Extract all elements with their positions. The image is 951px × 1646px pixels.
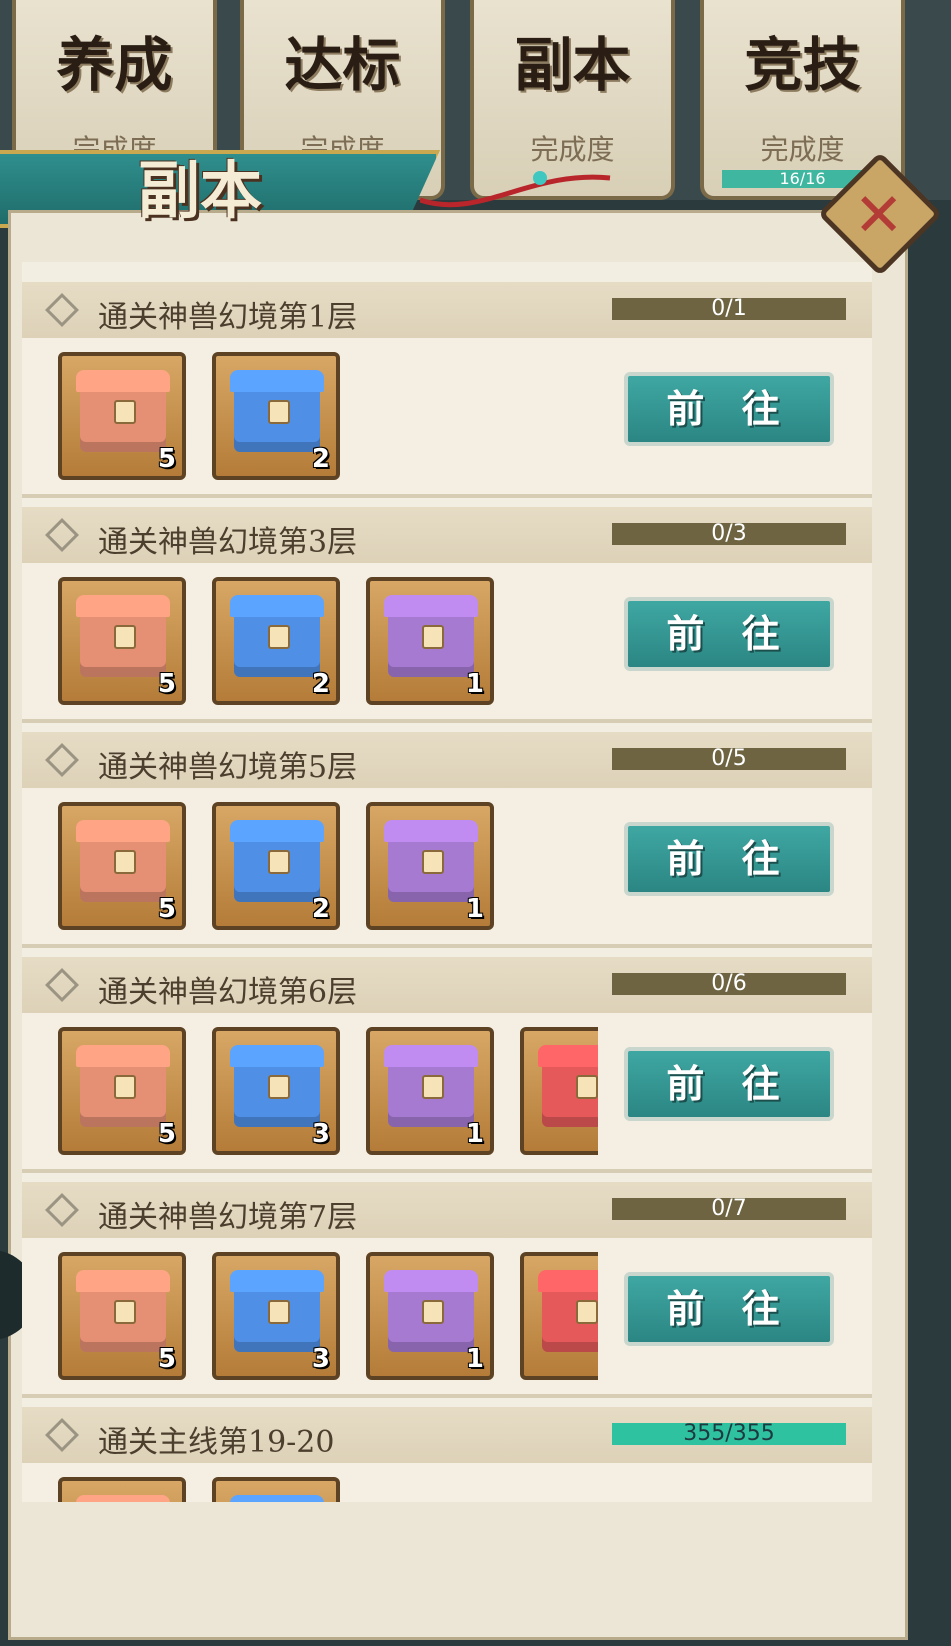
chest-blue-icon xyxy=(234,830,320,902)
reward-item[interactable]: 3 xyxy=(212,1027,340,1155)
chest-orange-icon xyxy=(80,605,166,677)
chest-blue-icon xyxy=(234,1055,320,1127)
reward-item[interactable] xyxy=(212,1477,340,1502)
task-row: 通关神兽幻境第7层 0/7 5 3 1 前 往 xyxy=(22,1182,872,1398)
chest-purple-icon xyxy=(388,830,474,902)
reward-count: 1 xyxy=(465,894,484,924)
chest-blue-icon xyxy=(234,605,320,677)
task-list[interactable]: 通关神兽幻境第1层 0/1 5 2 前 往通关神兽幻境第3层 0/3 5 2 1 前 往通关神兽幻… xyxy=(22,262,872,1502)
reward-count: 5 xyxy=(157,1119,176,1149)
reward-item[interactable]: 2 xyxy=(212,352,340,480)
reward-count: 1 xyxy=(465,1344,484,1374)
task-progress-bar: 0/6 xyxy=(612,973,846,995)
reward-count: 2 xyxy=(311,894,330,924)
knot-icon xyxy=(45,518,79,552)
knot-icon xyxy=(45,293,79,327)
task-title: 通关神兽幻境第7层 xyxy=(98,1200,358,1235)
task-progress-bar: 0/7 xyxy=(612,1198,846,1220)
reward-count: 1 xyxy=(465,669,484,699)
task-row: 通关神兽幻境第3层 0/3 5 2 1 前 往 xyxy=(22,507,872,723)
reward-count: 5 xyxy=(157,444,176,474)
task-title: 通关神兽幻境第1层 xyxy=(98,300,358,335)
chest-purple-icon xyxy=(388,1055,474,1127)
reward-item[interactable]: 5 xyxy=(58,802,186,930)
reward-count: 3 xyxy=(311,1119,330,1149)
reward-count: 5 xyxy=(157,894,176,924)
task-progress-bar: 0/3 xyxy=(612,523,846,545)
task-header: 通关神兽幻境第6层 0/6 xyxy=(22,957,872,1013)
chest-orange-icon xyxy=(80,380,166,452)
tab-title: 达标 xyxy=(284,31,401,99)
go-button[interactable]: 前 往 xyxy=(624,1272,834,1346)
reward-item[interactable] xyxy=(520,1027,598,1155)
go-button[interactable]: 前 往 xyxy=(624,597,834,671)
task-title: 通关神兽幻境第6层 xyxy=(98,975,358,1010)
task-header: 通关主线第19-20 355/355 xyxy=(22,1407,872,1463)
chest-orange-icon xyxy=(80,1055,166,1127)
reward-count: 5 xyxy=(157,1344,176,1374)
task-header: 通关神兽幻境第3层 0/3 xyxy=(22,507,872,563)
reward-item[interactable] xyxy=(520,1252,598,1380)
reward-item[interactable]: 1 xyxy=(366,1252,494,1380)
task-row: 通关主线第19-20 355/355 xyxy=(22,1407,872,1502)
chest-purple-icon xyxy=(388,605,474,677)
chest-red-icon xyxy=(542,1280,598,1352)
reward-count: 2 xyxy=(311,444,330,474)
task-header: 通关神兽幻境第1层 0/1 xyxy=(22,282,872,338)
chest-orange-icon xyxy=(80,830,166,902)
reward-list: 5 3 1 xyxy=(58,1252,598,1384)
reward-list: 5 2 1 xyxy=(58,577,598,709)
reward-count: 2 xyxy=(311,669,330,699)
chest-red-icon xyxy=(542,1055,598,1127)
tab-title: 副本 xyxy=(514,31,631,99)
knot-icon xyxy=(45,1418,79,1452)
page-title: 副本 xyxy=(138,154,263,227)
chest-blue-icon xyxy=(234,1280,320,1352)
reward-item[interactable]: 2 xyxy=(212,802,340,930)
task-title: 通关神兽幻境第5层 xyxy=(98,750,358,785)
chest-blue-icon xyxy=(234,380,320,452)
task-row: 通关神兽幻境第6层 0/6 5 3 1 前 往 xyxy=(22,957,872,1173)
reward-count: 1 xyxy=(465,1119,484,1149)
chest-purple-icon xyxy=(388,1280,474,1352)
knot-icon xyxy=(45,743,79,777)
task-progress-bar: 0/5 xyxy=(612,748,846,770)
rope-tassel-icon xyxy=(420,171,611,208)
tab-title: 养成 xyxy=(56,31,173,99)
chest-orange-icon xyxy=(80,1280,166,1352)
knot-icon xyxy=(45,968,79,1002)
knot-icon xyxy=(45,1193,79,1227)
reward-list: 5 2 1 xyxy=(58,802,598,934)
reward-list: 5 3 1 xyxy=(58,1027,598,1159)
reward-item[interactable]: 5 xyxy=(58,1252,186,1380)
go-button[interactable]: 前 往 xyxy=(624,1047,834,1121)
task-row: 通关神兽幻境第5层 0/5 5 2 1 前 往 xyxy=(22,732,872,948)
reward-item[interactable]: 5 xyxy=(58,577,186,705)
reward-item[interactable]: 1 xyxy=(366,1027,494,1155)
task-progress-bar: 355/355 xyxy=(612,1423,846,1445)
reward-item[interactable] xyxy=(58,1477,186,1502)
reward-list: 52 xyxy=(58,352,598,484)
task-title: 通关主线第19-20 xyxy=(98,1425,335,1460)
go-button[interactable]: 前 往 xyxy=(624,822,834,896)
task-title: 通关神兽幻境第3层 xyxy=(98,525,358,560)
close-icon: ✕ xyxy=(853,180,904,251)
reward-item[interactable]: 5 xyxy=(58,1027,186,1155)
task-header: 通关神兽幻境第5层 0/5 xyxy=(22,732,872,788)
reward-item[interactable]: 3 xyxy=(212,1252,340,1380)
reward-item[interactable]: 1 xyxy=(366,802,494,930)
reward-item[interactable]: 1 xyxy=(366,577,494,705)
reward-count: 5 xyxy=(157,669,176,699)
tab-title: 竞技 xyxy=(744,31,861,99)
go-button[interactable]: 前 往 xyxy=(624,372,834,446)
task-row: 通关神兽幻境第1层 0/1 5 2 前 往 xyxy=(22,282,872,498)
task-progress-bar: 0/1 xyxy=(612,298,846,320)
reward-count: 3 xyxy=(311,1344,330,1374)
reward-list xyxy=(58,1477,598,1502)
task-header: 通关神兽幻境第7层 0/7 xyxy=(22,1182,872,1238)
reward-item[interactable]: 5 xyxy=(58,352,186,480)
reward-item[interactable]: 2 xyxy=(212,577,340,705)
